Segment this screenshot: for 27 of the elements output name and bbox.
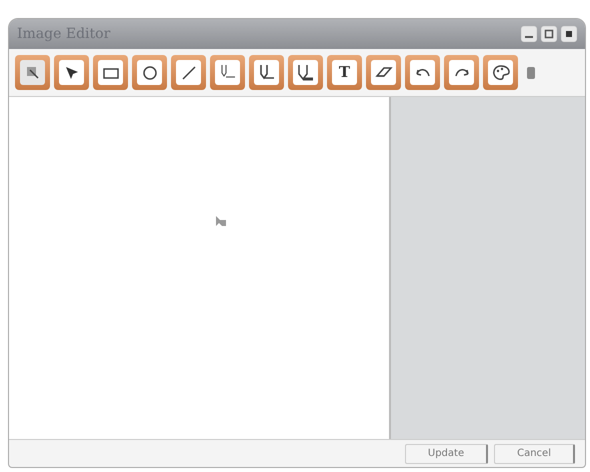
minimize-icon (525, 36, 533, 38)
maximize-icon (544, 29, 554, 39)
line-icon (180, 64, 198, 82)
tool-button[interactable] (132, 55, 167, 90)
tool-button[interactable] (405, 55, 440, 90)
tool-button[interactable] (249, 55, 284, 90)
tool-button[interactable] (444, 55, 479, 90)
close-icon (564, 29, 574, 39)
pencil-icon (258, 64, 276, 82)
pencil-icon (296, 64, 314, 82)
tool-button[interactable] (366, 55, 401, 90)
window-title: Image Editor (17, 24, 110, 44)
tool-button[interactable] (93, 55, 128, 90)
footer-button[interactable]: Update (404, 444, 488, 464)
close-button[interactable] (561, 26, 577, 42)
maximize-button[interactable] (541, 26, 557, 42)
ellipse-icon (140, 64, 158, 82)
cursor-icon (215, 215, 227, 227)
footer-button[interactable]: Cancel (494, 444, 575, 464)
tool-button[interactable] (54, 55, 89, 90)
tool-button[interactable] (483, 55, 518, 90)
scroll-icon[interactable] (526, 66, 536, 80)
palette-icon (492, 64, 510, 82)
tool-button[interactable] (288, 55, 323, 90)
tool-button[interactable]: T (327, 55, 362, 90)
tool-button[interactable] (210, 55, 245, 90)
minimize-button[interactable] (521, 26, 537, 42)
